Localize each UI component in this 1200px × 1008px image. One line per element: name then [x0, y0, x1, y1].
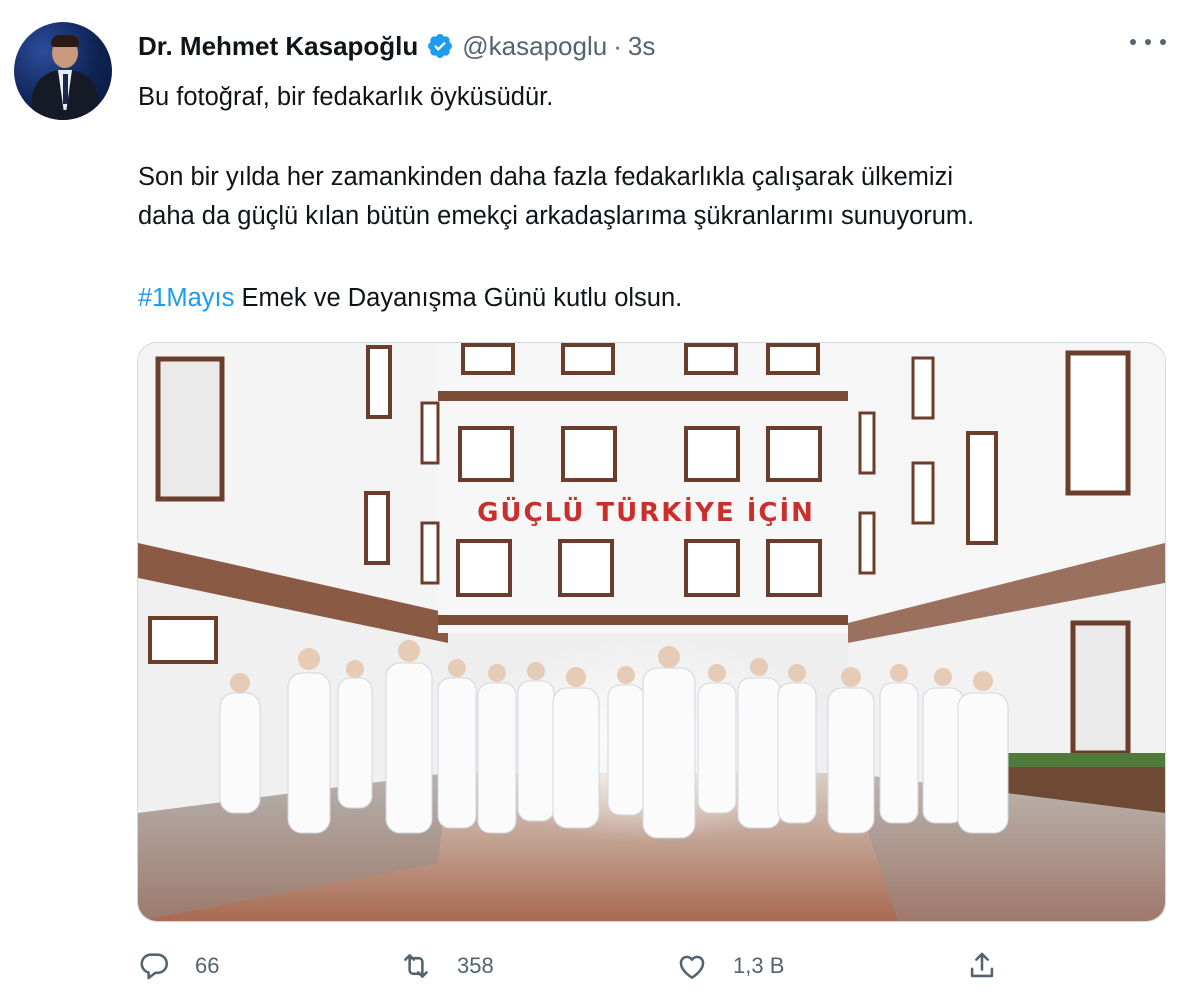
like-button[interactable]: 1,3 B	[675, 944, 784, 988]
more-dot	[1160, 39, 1166, 45]
reply-button[interactable]: 66	[137, 944, 219, 988]
avatar-hair	[51, 35, 79, 47]
share-button[interactable]	[965, 944, 999, 988]
like-count: 1,3 B	[733, 953, 785, 978]
more-dot	[1130, 39, 1136, 45]
separator-dot: ·	[613, 30, 622, 61]
retweet-count: 358	[457, 953, 494, 978]
author-handle[interactable]: @kasapoglu	[462, 31, 607, 62]
photo-illustration: GÜÇLÜ TÜRKİYE İÇİN	[138, 343, 1165, 921]
like-icon	[679, 955, 705, 979]
tweet-actions: 66 358 1,3 B	[137, 944, 1164, 988]
tweet-photo[interactable]: GÜÇLÜ TÜRKİYE İÇİN	[137, 342, 1166, 922]
more-icon[interactable]	[1130, 30, 1166, 54]
verified-badge-icon	[428, 34, 453, 58]
tweet-text-line: Son bir yılda her zamankinden daha fazla…	[138, 163, 954, 191]
hashtag-link[interactable]: #1Mayıs	[138, 284, 234, 312]
tweet-text-rest: Emek ve Dayanışma Günü kutlu olsun.	[234, 284, 683, 312]
reply-icon	[140, 953, 169, 980]
tweet-text-line: daha da güçlü kılan bütün emekçi arkadaş…	[138, 202, 975, 230]
retweet-icon	[404, 954, 428, 978]
author-name[interactable]: Dr. Mehmet Kasapoğlu	[138, 31, 418, 62]
tweet-text-line: #1Mayıs Emek ve Dayanışma Günü kutlu ols…	[138, 281, 1158, 315]
reply-count: 66	[195, 953, 220, 978]
author-avatar[interactable]	[14, 22, 112, 120]
tweet-text-line: Bu fotoğraf, bir fedakarlık öyküsüdür.	[138, 83, 554, 111]
tweet-header: Dr. Mehmet Kasapoğlu @kasapoglu · 3s	[138, 28, 655, 64]
share-icon	[970, 952, 994, 978]
tweet-time[interactable]: 3s	[628, 31, 655, 62]
retweet-button[interactable]: 358	[399, 944, 494, 988]
avatar-tie	[63, 74, 68, 104]
more-dot	[1145, 39, 1151, 45]
photo-sign-text: GÜÇLÜ TÜRKİYE İÇİN	[477, 495, 815, 528]
